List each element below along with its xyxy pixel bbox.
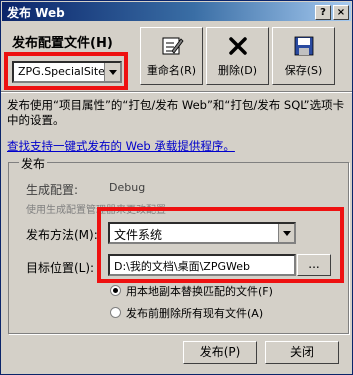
- radio-delete-label[interactable]: 发布前删除所有现有文件(A): [126, 305, 263, 321]
- rename-button[interactable]: 重命名(R): [140, 27, 203, 85]
- radio-delete-existing[interactable]: [110, 307, 121, 318]
- radio-replace-label[interactable]: 用本地副本替换匹配的文件(F): [126, 283, 273, 299]
- radio-replace-matching[interactable]: [110, 285, 121, 296]
- hosting-provider-link[interactable]: 查找支持一键式发布的 Web 承载提供程序。: [7, 138, 235, 154]
- rename-icon: [162, 37, 184, 55]
- rename-label: 重命名(R): [146, 64, 197, 77]
- build-config-value: Debug: [109, 181, 146, 194]
- save-label: 保存(S): [284, 64, 323, 77]
- save-button[interactable]: 保存(S): [272, 27, 335, 85]
- help-button[interactable]: ?: [315, 5, 331, 20]
- close-button[interactable]: 关闭: [265, 341, 339, 364]
- highlight-box-publish-settings: [97, 207, 344, 283]
- close-window-button[interactable]: ×: [333, 5, 349, 20]
- publish-web-dialog: 发布 Web ? × 发布配置文件(H) ZPG.SpecialSite 重命名…: [0, 0, 353, 375]
- separator: [1, 91, 352, 93]
- highlight-box-profile: [4, 52, 128, 90]
- delete-icon: [229, 37, 247, 55]
- profile-label: 发布配置文件(H): [12, 36, 113, 51]
- method-label: 发布方法(M):: [26, 228, 98, 242]
- window-title: 发布 Web: [7, 6, 65, 20]
- delete-button[interactable]: 删除(D): [206, 27, 269, 85]
- title-bar: 发布 Web ? ×: [2, 2, 351, 21]
- save-icon: [294, 36, 314, 56]
- description-text: 发布使用“项目属性”的“打包/发布 Web”和“打包/发布 SQL”选项卡中的设…: [7, 98, 345, 127]
- publish-group-title: 发布: [19, 155, 48, 172]
- build-config-label: 生成配置:: [26, 183, 79, 197]
- delete-label: 删除(D): [217, 64, 258, 77]
- target-label: 目标位置(L):: [26, 261, 95, 275]
- publish-button[interactable]: 发布(P): [183, 341, 257, 364]
